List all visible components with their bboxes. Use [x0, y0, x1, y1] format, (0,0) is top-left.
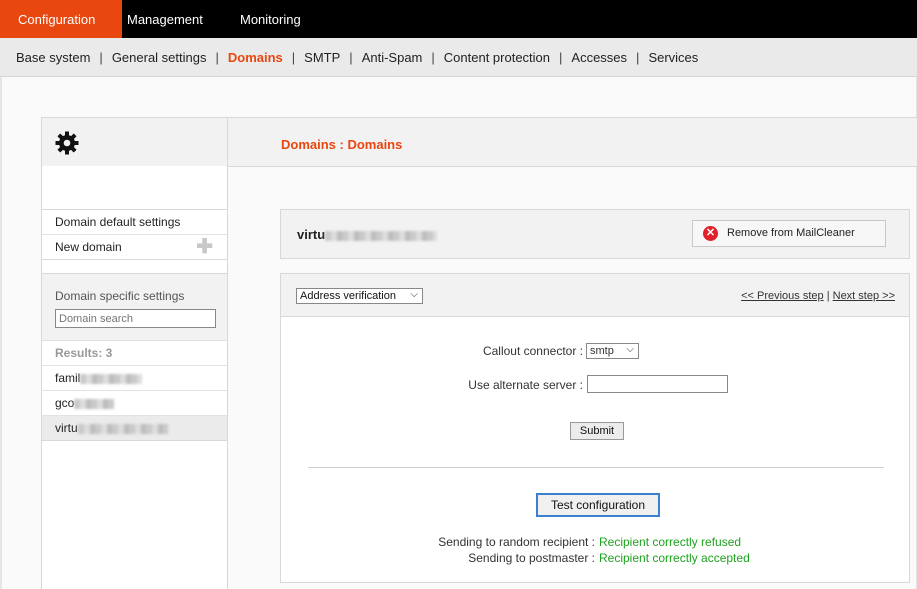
domain-title: virtu	[297, 227, 438, 242]
remove-button-label: Remove from MailCleaner	[727, 227, 855, 239]
next-step-link[interactable]: Next step >>	[833, 290, 895, 302]
chevron-down-icon: ⌵	[410, 289, 418, 300]
alternate-server-input[interactable]	[587, 375, 728, 393]
subnav-anti-spam[interactable]: Anti-Spam	[362, 50, 423, 65]
chevron-down-icon: ⌵	[626, 344, 634, 355]
domain-specific-panel: Domain specific settings Results: 3 fami…	[41, 273, 228, 441]
step-select-value: Address verification	[300, 290, 396, 302]
page-title: Domains : Domains	[281, 137, 403, 152]
domain-specific-header: Domain specific settings	[42, 274, 227, 341]
remove-domain-button[interactable]: ✕ Remove from MailCleaner	[692, 220, 886, 247]
config-panel: Address verification ⌵ << Previous step |…	[280, 273, 910, 583]
domain-specific-title: Domain specific settings	[55, 289, 185, 303]
redacted-text	[77, 423, 168, 434]
steps-separator: |	[826, 290, 830, 302]
callout-connector-value: smtp	[590, 345, 614, 357]
domain-name: famil	[55, 371, 81, 385]
subnav-services[interactable]: Services	[648, 50, 698, 65]
subnav-separator: |	[349, 50, 353, 65]
top-nav-bar: Configuration Management Monitoring	[0, 0, 917, 38]
subnav-smtp[interactable]: SMTP	[304, 50, 340, 65]
alternate-server-label: Use alternate server :	[468, 378, 583, 392]
divider	[308, 467, 884, 468]
previous-step-link[interactable]: << Previous step	[741, 290, 824, 302]
sub-nav-bar: Base system | General settings | Domains | SMT…	[0, 38, 917, 77]
section-header: Domains : Domains	[41, 117, 917, 167]
subnav-separator: |	[215, 50, 219, 65]
menu-label: New domain	[55, 240, 122, 254]
redacted-text	[325, 230, 438, 241]
subnav-separator: |	[99, 50, 103, 65]
subnav-domains[interactable]: Domains	[228, 50, 283, 65]
menu-new-domain[interactable]: New domain ✚	[42, 235, 227, 259]
postmaster-label: Sending to postmaster :	[468, 551, 595, 565]
subnav-separator: |	[559, 50, 563, 65]
redacted-text	[80, 373, 143, 384]
callout-connector-label: Callout connector :	[482, 344, 583, 358]
results-count: Results: 3	[42, 341, 227, 366]
left-edge-line	[0, 77, 2, 589]
test-configuration-button[interactable]: Test configuration	[536, 493, 660, 517]
subnav-content-protection[interactable]: Content protection	[444, 50, 550, 65]
subnav-accesses[interactable]: Accesses	[571, 50, 627, 65]
config-panel-header: Address verification ⌵ << Previous step |…	[281, 274, 909, 317]
subnav-general-settings[interactable]: General settings	[112, 50, 207, 65]
plus-icon: ✚	[196, 236, 213, 258]
subnav-separator: |	[636, 50, 640, 65]
subnav-base-system[interactable]: Base system	[16, 50, 90, 65]
redacted-text	[74, 398, 115, 409]
domain-search-input[interactable]	[55, 309, 216, 328]
domain-list-item-selected[interactable]: virtu	[42, 416, 227, 440]
random-recipient-result: Recipient correctly refused	[599, 535, 742, 549]
domain-list-item[interactable]: gco	[42, 391, 227, 416]
submit-button[interactable]: Submit	[570, 422, 624, 440]
menu-domain-default-settings[interactable]: Domain default settings	[42, 210, 227, 235]
subnav-separator: |	[291, 50, 296, 65]
gear-icon	[55, 131, 79, 155]
step-select[interactable]: Address verification ⌵	[296, 288, 423, 304]
random-recipient-label: Sending to random recipient :	[438, 535, 595, 549]
domain-title-text: virtu	[297, 227, 326, 242]
subnav-separator: |	[431, 50, 435, 65]
menu-label: Domain default settings	[55, 215, 181, 229]
callout-connector-select[interactable]: smtp ⌵	[586, 343, 639, 359]
left-menu: Domain default settings New domain ✚	[41, 209, 228, 260]
remove-icon: ✕	[703, 226, 718, 241]
tab-configuration[interactable]: Configuration	[0, 0, 122, 38]
tab-monitoring[interactable]: Monitoring	[222, 0, 319, 38]
postmaster-result: Recipient correctly accepted	[599, 551, 750, 565]
domain-name: virtu	[55, 421, 78, 435]
step-navigation: << Previous step | Next step >>	[741, 290, 895, 302]
domain-header-bar: virtu ✕ Remove from MailCleaner	[280, 209, 910, 259]
domain-list-item[interactable]: famil	[42, 366, 227, 391]
domain-name: gco	[55, 396, 75, 410]
tab-management[interactable]: Management	[109, 0, 221, 38]
gear-cell	[42, 118, 228, 166]
